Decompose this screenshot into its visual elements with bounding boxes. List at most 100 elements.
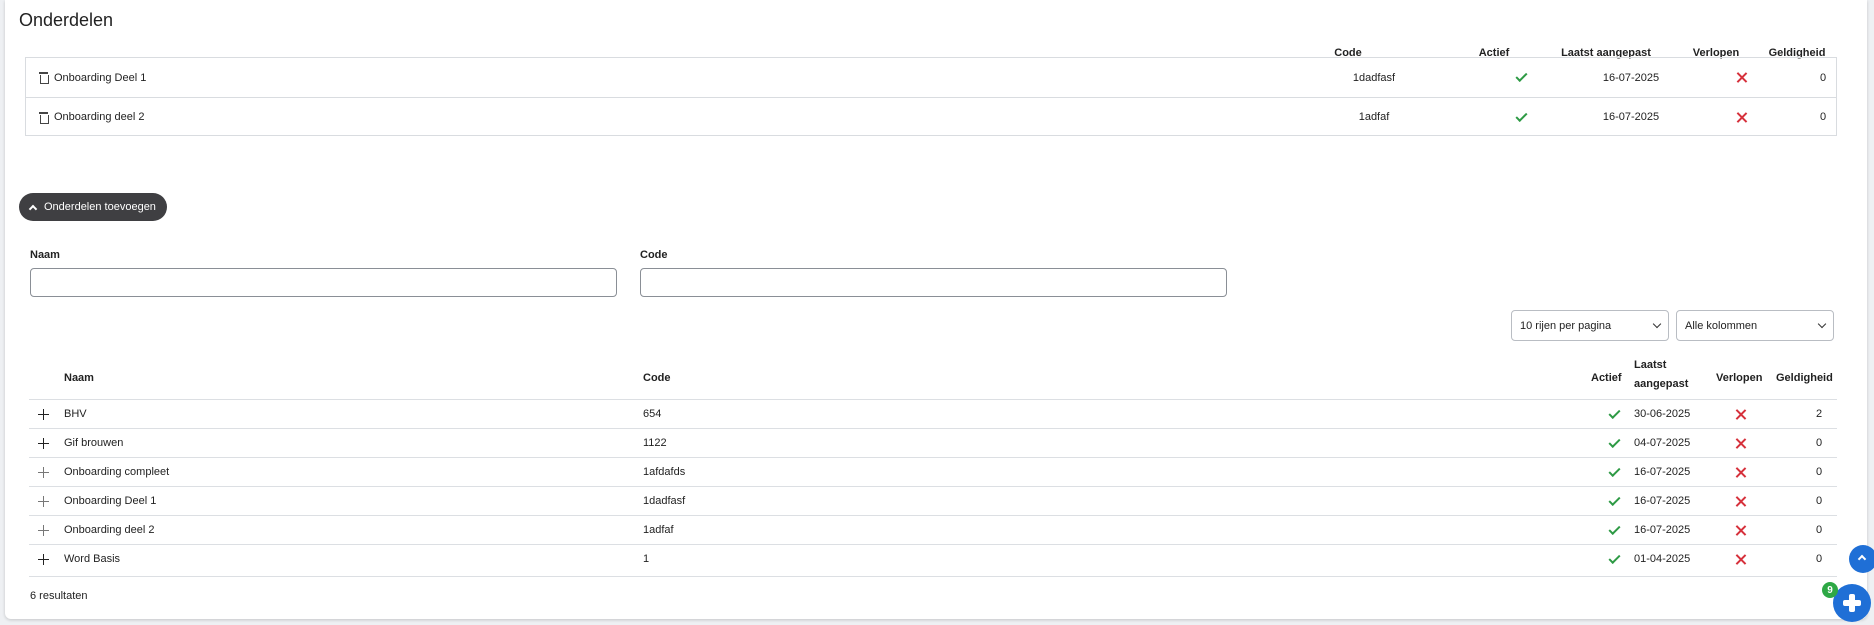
check-icon — [1607, 551, 1621, 564]
row-actief — [1599, 458, 1629, 486]
row-laatst: 16-07-2025 — [1634, 524, 1691, 536]
columns-select[interactable]: Alle kolommen — [1676, 310, 1834, 341]
selected-row: Onboarding deel 2 1adfaf 16-07-2025 0 — [26, 97, 1836, 136]
row-actief — [1599, 487, 1629, 515]
plus-icon[interactable] — [38, 467, 49, 478]
plus-icon[interactable] — [38, 409, 49, 420]
row-laatst: 04-07-2025 — [1634, 437, 1691, 449]
trash-icon[interactable] — [39, 111, 49, 124]
row-verlopen — [1725, 458, 1755, 486]
plus-icon[interactable] — [38, 554, 49, 565]
plus-icon[interactable] — [38, 496, 49, 507]
row-geldigheid: 2 — [1815, 408, 1823, 420]
cross-icon — [1735, 438, 1746, 449]
row-code: 1dadfasf — [643, 495, 686, 507]
row-geldigheid: 0 — [1815, 437, 1823, 449]
table-header-geldigheid[interactable]: Geldigheid — [1776, 372, 1833, 384]
row-code: 1adfaf — [643, 524, 674, 536]
row-geldigheid: 0 — [1815, 553, 1823, 565]
row-verlopen — [1725, 429, 1755, 457]
row-code: 654 — [643, 408, 662, 420]
row-actief — [1599, 516, 1629, 544]
row-laatst: 01-04-2025 — [1634, 553, 1691, 565]
row-verlopen — [1725, 487, 1755, 515]
code-filter-input[interactable] — [640, 268, 1227, 297]
selected-row-code: 1dadfasf — [1352, 71, 1396, 84]
chevron-down-icon — [1817, 319, 1827, 329]
row-name: Gif brouwen — [64, 437, 124, 449]
table-header-laatst-line1[interactable]: Laatst — [1634, 359, 1666, 371]
check-icon — [1607, 464, 1621, 477]
rows-per-page-select[interactable]: 10 rijen per pagina — [1511, 310, 1669, 341]
table-header-verlopen[interactable]: Verlopen — [1716, 372, 1762, 384]
onderdelen-toevoegen-button[interactable]: Onderdelen toevoegen — [19, 193, 167, 221]
row-laatst: 16-07-2025 — [1634, 466, 1691, 478]
table-row: Onboarding deel 2 1adfaf 16-07-2025 0 — [29, 515, 1837, 544]
row-name: Word Basis — [64, 553, 121, 565]
check-icon — [1514, 69, 1528, 83]
table-header-laatst-line2[interactable]: aangepast — [1634, 378, 1688, 390]
check-icon — [1514, 109, 1528, 122]
row-actief — [1599, 545, 1629, 573]
cross-icon — [1736, 112, 1747, 123]
check-icon — [1607, 522, 1621, 535]
cross-icon — [1736, 72, 1747, 83]
table-header-naam[interactable]: Naam — [64, 372, 94, 384]
table-row: Gif brouwen 1122 04-07-2025 0 — [29, 428, 1837, 457]
cross-icon — [1735, 467, 1746, 478]
row-name: Onboarding compleet — [64, 466, 170, 478]
row-geldigheid: 0 — [1815, 495, 1823, 507]
selected-row-name-cell: Onboarding deel 2 — [39, 98, 145, 136]
table-row: Onboarding compleet 1afdafds 16-07-2025 … — [29, 457, 1837, 486]
row-name: BHV — [64, 408, 87, 420]
selected-row-geldigheid: 0 — [1819, 111, 1827, 123]
row-actief — [1599, 400, 1629, 428]
row-name: Onboarding deel 2 — [64, 524, 155, 536]
columns-value: Alle kolommen — [1685, 319, 1758, 332]
cross-icon — [1735, 554, 1746, 565]
selected-parts-list: Onboarding Deel 1 1dadfasf 16-07-2025 0 … — [25, 57, 1837, 136]
chevron-up-icon — [28, 204, 38, 213]
table-row: BHV 654 30-06-2025 2 — [29, 399, 1837, 428]
results-count: 6 resultaten — [30, 590, 88, 602]
row-geldigheid: 0 — [1815, 524, 1823, 536]
cross-icon — [1735, 496, 1746, 507]
row-code: 1afdafds — [643, 466, 686, 478]
table-bottom-border — [29, 576, 1837, 577]
selected-row-laatst: 16-07-2025 — [1602, 111, 1660, 123]
naam-filter-input[interactable] — [30, 268, 617, 297]
toggle-button-label: Onderdelen toevoegen — [44, 201, 156, 213]
row-code: 1122 — [643, 437, 667, 449]
check-icon — [1607, 435, 1621, 448]
row-actief — [1599, 429, 1629, 457]
row-verlopen — [1725, 545, 1755, 573]
row-code: 1 — [643, 553, 650, 565]
table-header-code[interactable]: Code — [643, 372, 671, 384]
selected-row-code: 1adfaf — [1358, 111, 1390, 123]
page-title: Onderdelen — [19, 10, 114, 30]
code-filter-label: Code — [640, 249, 668, 261]
table-row: Word Basis 1 01-04-2025 0 — [29, 544, 1837, 573]
selected-row-name: Onboarding deel 2 — [54, 111, 145, 123]
cross-icon — [1735, 409, 1746, 420]
check-icon — [1607, 493, 1621, 506]
row-geldigheid: 0 — [1815, 466, 1823, 478]
help-widget-button[interactable] — [1833, 584, 1871, 622]
rows-per-page-value: 10 rijen per pagina — [1520, 319, 1612, 332]
trash-icon[interactable] — [39, 72, 49, 84]
chevron-down-icon — [1652, 319, 1662, 329]
selected-row-actief — [1466, 58, 1576, 97]
row-laatst: 30-06-2025 — [1634, 408, 1691, 420]
row-name: Onboarding Deel 1 — [64, 495, 157, 507]
check-icon — [1607, 406, 1621, 419]
plus-icon[interactable] — [38, 438, 49, 449]
selected-row: Onboarding Deel 1 1dadfasf 16-07-2025 0 — [26, 58, 1836, 97]
table-header-actief[interactable]: Actief — [1591, 372, 1622, 384]
puzzle-icon — [1843, 594, 1861, 612]
notification-badge: 9 — [1822, 582, 1838, 598]
plus-icon[interactable] — [38, 525, 49, 536]
selected-row-geldigheid: 0 — [1819, 71, 1827, 84]
selected-row-name: Onboarding Deel 1 — [54, 71, 147, 84]
row-verlopen — [1725, 400, 1755, 428]
scroll-to-top-button[interactable] — [1849, 545, 1874, 573]
